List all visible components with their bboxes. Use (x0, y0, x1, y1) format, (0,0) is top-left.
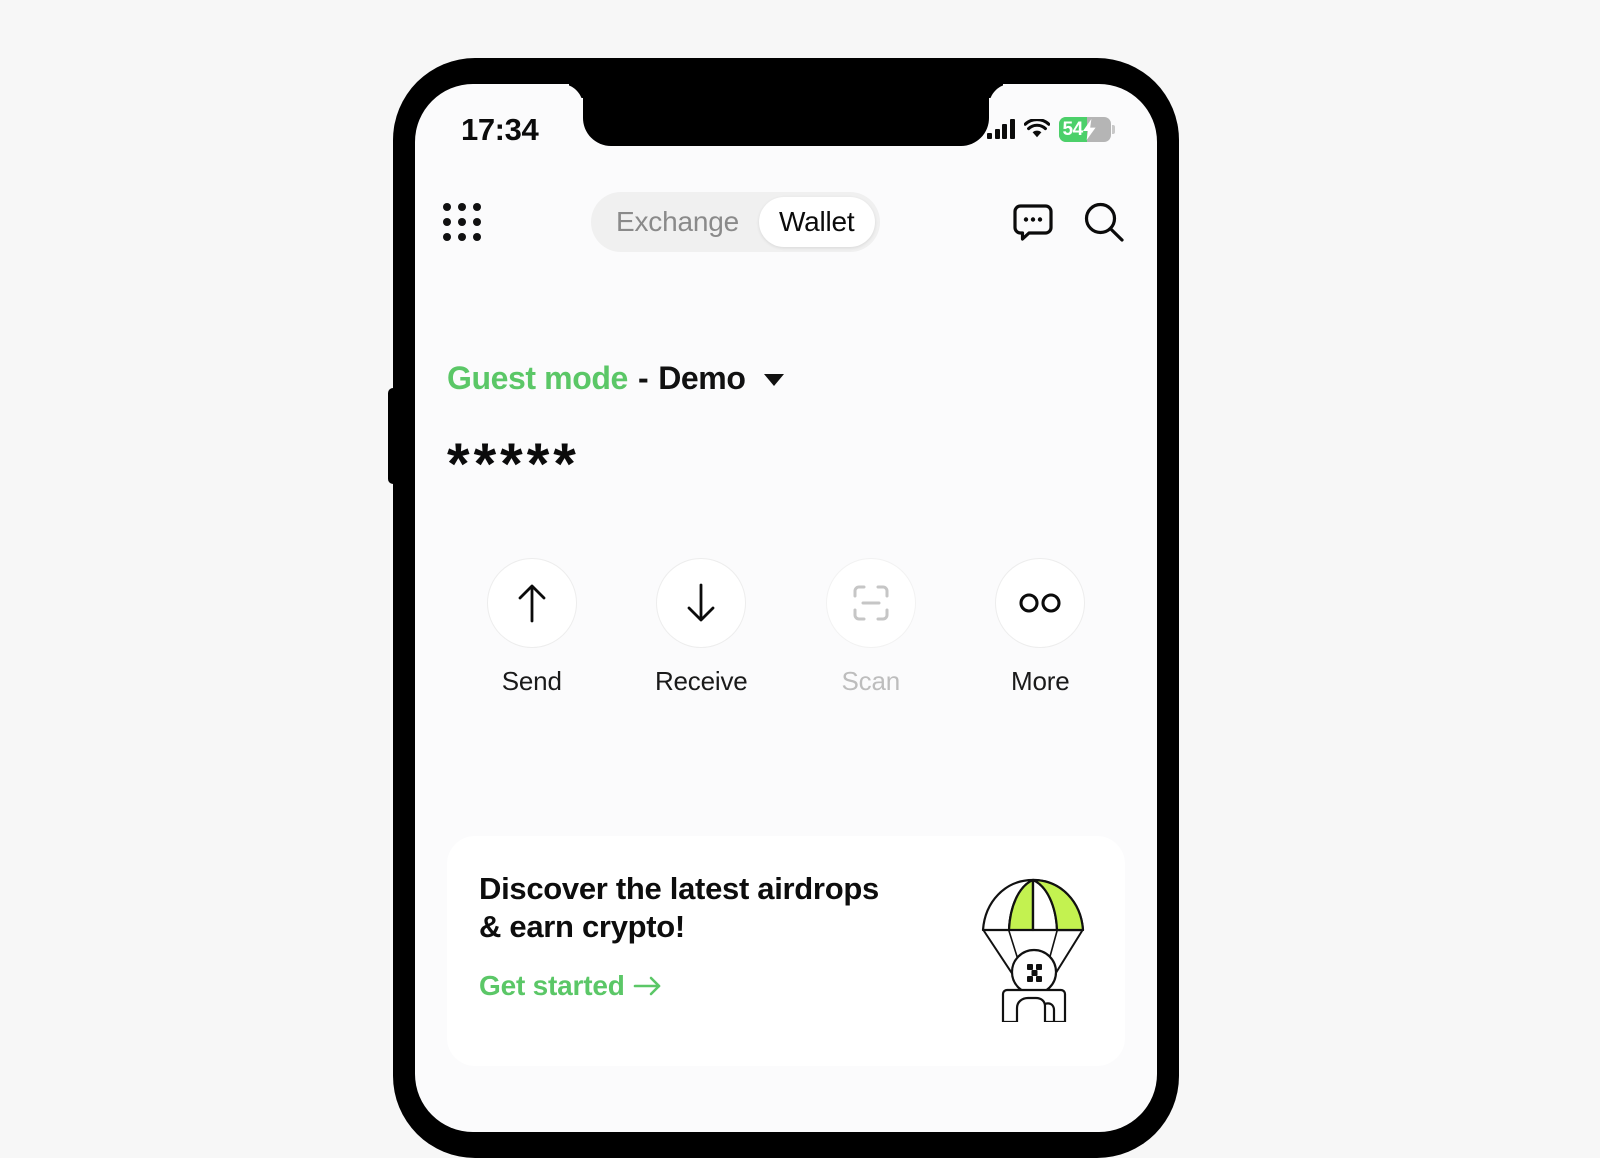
action-more[interactable]: More (956, 558, 1126, 694)
tab-wallet[interactable]: Wallet (758, 197, 875, 247)
guest-mode-label: Guest mode (447, 360, 628, 396)
action-scan[interactable]: Scan (786, 558, 956, 694)
action-receive-circle[interactable] (656, 558, 747, 648)
exchange-wallet-segmented-control[interactable]: Exchange Wallet (591, 192, 880, 252)
battery-level-text: 54 (1062, 118, 1084, 140)
arrow-down-icon (687, 583, 715, 622)
action-scan-circle[interactable] (825, 558, 916, 648)
action-send[interactable]: Send (447, 558, 617, 694)
status-bar-time: 17:34 (461, 111, 539, 147)
phone-screen: 17:34 54 Exchange Wallet Guest mode - De… (415, 84, 1157, 1132)
phone-side-button[interactable] (388, 388, 397, 484)
promo-title-line-1: Discover the latest airdrops (479, 871, 879, 906)
balance-masked-value[interactable]: ***** (447, 434, 1125, 496)
promo-text-block: Discover the latest airdrops & earn cryp… (479, 870, 973, 1000)
action-send-circle[interactable] (486, 558, 577, 648)
action-more-circle[interactable] (995, 558, 1086, 648)
header-actions (1011, 199, 1127, 245)
arrow-right-icon (633, 976, 660, 995)
wallet-content: Guest mode - Demo ***** Send Receive Sca… (415, 274, 1157, 1132)
infinity-icon (1019, 593, 1061, 613)
action-more-label: More (1011, 666, 1070, 696)
account-mode-selector[interactable]: Guest mode - Demo (447, 362, 1125, 394)
search-icon[interactable] (1081, 199, 1127, 245)
screenshot-root: 17:34 54 Exchange Wallet Guest mode - De… (0, 0, 1600, 1158)
cellular-signal-icon (987, 119, 1015, 139)
apps-grid-icon[interactable] (443, 203, 481, 241)
chat-bubble-icon[interactable] (1011, 200, 1055, 244)
promo-title-line-2: & earn crypto! (479, 908, 685, 944)
airdrop-promo-card[interactable]: Discover the latest airdrops & earn cryp… (447, 836, 1125, 1066)
action-receive-label: Receive (654, 666, 748, 696)
status-bar-indicators: 54 (987, 113, 1115, 142)
scan-frame-icon (853, 585, 889, 621)
battery-cap (1112, 124, 1115, 134)
account-name-label: Demo (658, 360, 746, 396)
quick-actions-row: Send Receive Scan More (447, 558, 1125, 694)
chevron-down-icon[interactable] (763, 373, 784, 386)
parachute-airdrop-icon (973, 872, 1093, 1027)
account-mode-separator: - (637, 360, 649, 396)
phone-device-frame: 17:34 54 Exchange Wallet Guest mode - De… (388, 58, 1179, 1158)
action-send-label: Send (501, 666, 562, 696)
arrow-up-icon (518, 584, 546, 623)
tab-exchange[interactable]: Exchange (596, 197, 759, 246)
action-scan-label: Scan (841, 666, 901, 696)
action-receive[interactable]: Receive (617, 558, 787, 694)
charging-bolt-icon (1082, 118, 1096, 140)
get-started-label: Get started (479, 969, 625, 1001)
wifi-icon (1023, 119, 1050, 138)
phone-notch (583, 84, 989, 146)
battery-charging-icon: 54 (1058, 116, 1115, 142)
app-header: Exchange Wallet (415, 170, 1157, 274)
get-started-link[interactable]: Get started (479, 969, 963, 1001)
